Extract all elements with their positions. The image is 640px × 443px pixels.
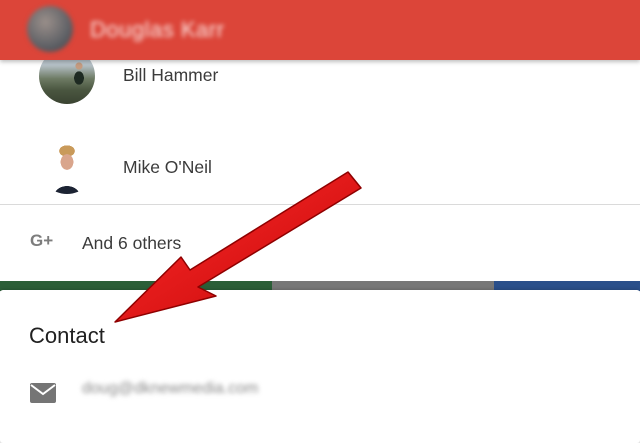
contact-heading: Contact (29, 323, 105, 348)
profile-name: Douglas Karr (90, 17, 225, 42)
avatar[interactable] (39, 138, 95, 194)
others-link[interactable]: And 6 others (82, 233, 181, 254)
people-card: Bill Hammer Mike O'Neil G+ And 6 others (0, 48, 640, 281)
mail-icon (30, 383, 56, 403)
email-value[interactable]: doug@dknewmedia.com (82, 380, 258, 398)
contact-card: Contact doug@dknewmedia.com (0, 290, 640, 443)
person-name[interactable]: Bill Hammer (123, 65, 218, 86)
google-plus-icon: G+ (30, 231, 54, 250)
profile-header: Douglas Karr (0, 0, 640, 60)
divider (0, 204, 640, 205)
person-name[interactable]: Mike O'Neil (123, 157, 212, 178)
profile-avatar[interactable] (27, 6, 73, 52)
person-row-mike-oneil[interactable]: Mike O'Neil (0, 135, 640, 205)
